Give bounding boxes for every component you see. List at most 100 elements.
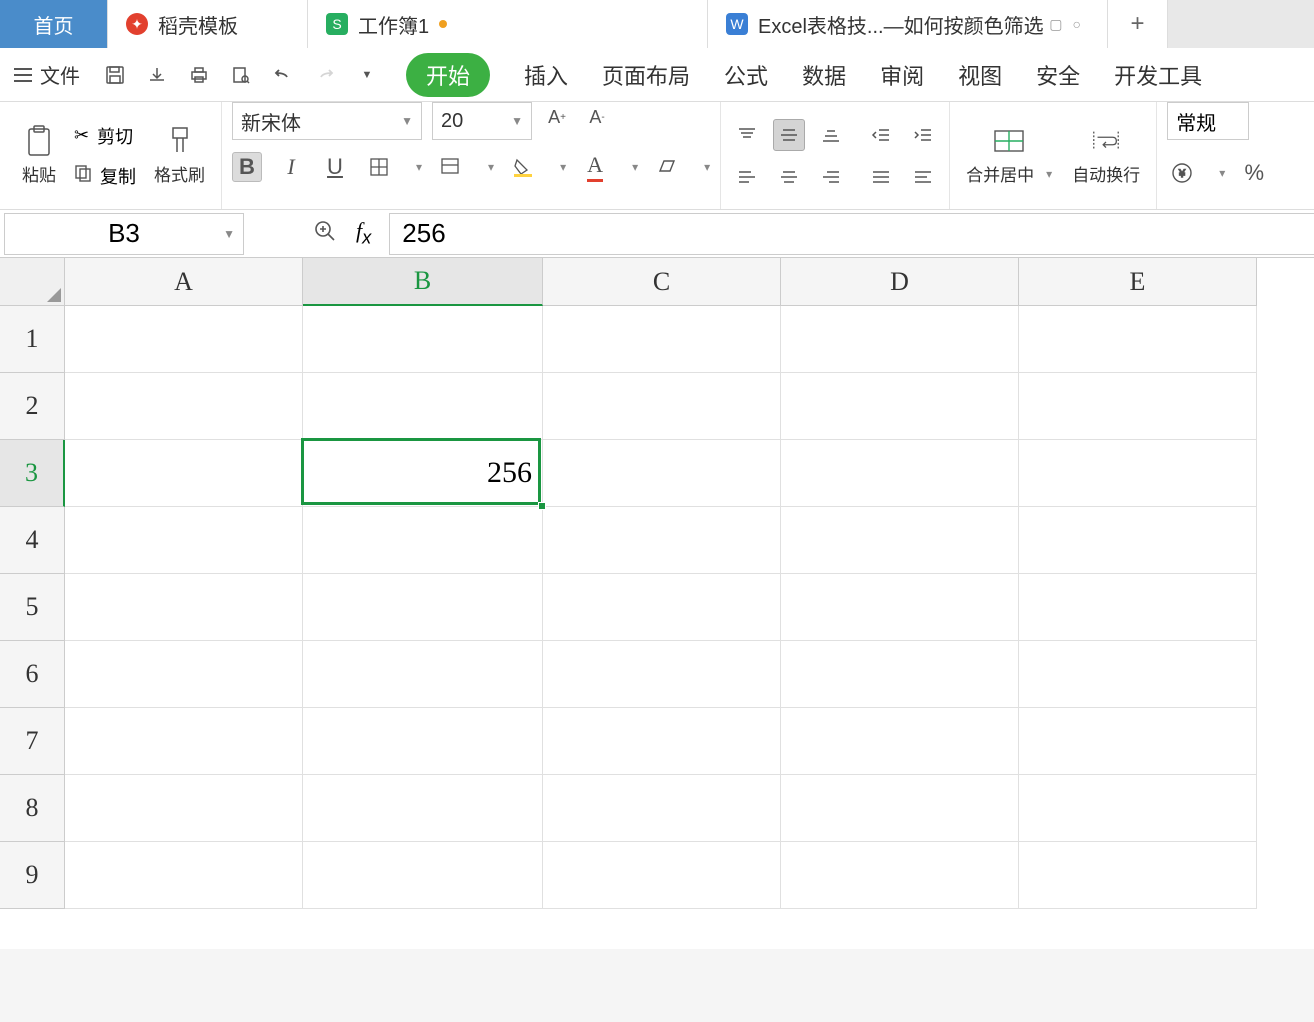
align-left-button[interactable] (731, 161, 763, 193)
cell-C8[interactable] (543, 775, 781, 842)
cell-A2[interactable] (65, 373, 303, 440)
row-header-9[interactable]: 9 (0, 842, 65, 909)
ribbon-tab-data[interactable]: 数据 (802, 59, 846, 91)
cell-B1[interactable] (303, 306, 543, 373)
cell-A3[interactable] (65, 440, 303, 507)
chevron-down-icon[interactable]: ▾ (488, 160, 494, 174)
row-header-7[interactable]: 7 (0, 708, 65, 775)
italic-button[interactable]: I (276, 152, 306, 182)
cell-A5[interactable] (65, 574, 303, 641)
tab-docell-templates[interactable]: ✦ 稻壳模板 (108, 0, 308, 48)
cell-C5[interactable] (543, 574, 781, 641)
cell-E8[interactable] (1019, 775, 1257, 842)
cell-E7[interactable] (1019, 708, 1257, 775)
fx-icon[interactable]: fx (356, 218, 371, 248)
print-preview-icon[interactable] (228, 62, 254, 88)
tab-excel-article[interactable]: W Excel表格技...—如何按颜色筛选 ▢ ○ (708, 0, 1108, 48)
ribbon-tab-start[interactable]: 开始 (406, 53, 490, 97)
font-size-combo[interactable]: 20 ▼ (432, 102, 532, 140)
eraser-button[interactable] (652, 152, 682, 182)
chevron-down-icon[interactable]: ▾ (416, 160, 422, 174)
undo-icon[interactable] (270, 62, 296, 88)
cell-E3[interactable] (1019, 440, 1257, 507)
row-header-1[interactable]: 1 (0, 306, 65, 373)
tab-close-sub-icon[interactable]: ○ (1073, 16, 1081, 33)
cell-D5[interactable] (781, 574, 1019, 641)
cell-B5[interactable] (303, 574, 543, 641)
qat-dropdown-icon[interactable]: ▼ (354, 62, 380, 88)
tab-home[interactable]: 首页 (0, 0, 108, 48)
wrap-text-button[interactable]: 自动换行 (1066, 121, 1146, 190)
column-header-B[interactable]: B (303, 258, 543, 306)
chevron-down-icon[interactable]: ▾ (560, 160, 566, 174)
number-format-combo[interactable]: 常规 (1167, 102, 1249, 140)
align-top-button[interactable] (731, 119, 763, 151)
ribbon-tab-view[interactable]: 视图 (958, 59, 1002, 91)
cell-D8[interactable] (781, 775, 1019, 842)
chevron-down-icon[interactable]: ▾ (704, 160, 710, 174)
align-bottom-button[interactable] (815, 119, 847, 151)
new-tab-button[interactable]: + (1108, 0, 1168, 48)
name-box[interactable]: B3 ▼ (4, 213, 244, 255)
fill-handle[interactable] (538, 502, 546, 510)
row-header-3[interactable]: 3 (0, 440, 65, 507)
currency-button[interactable]: ¥ (1167, 158, 1197, 188)
ribbon-tab-security[interactable]: 安全 (1036, 59, 1080, 91)
cell-A8[interactable] (65, 775, 303, 842)
align-right-button[interactable] (815, 161, 847, 193)
percent-button[interactable]: % (1239, 158, 1269, 188)
cell-B4[interactable] (303, 507, 543, 574)
row-header-8[interactable]: 8 (0, 775, 65, 842)
merge-center-button[interactable]: 合并居中▾ (960, 121, 1058, 190)
column-header-E[interactable]: E (1019, 258, 1257, 306)
cell-B8[interactable] (303, 775, 543, 842)
cell-C7[interactable] (543, 708, 781, 775)
justify-button[interactable] (865, 161, 897, 193)
row-header-2[interactable]: 2 (0, 373, 65, 440)
increase-font-icon[interactable]: A+ (542, 102, 572, 132)
cell-D9[interactable] (781, 842, 1019, 909)
font-color-button[interactable]: A (580, 152, 610, 182)
increase-indent-button[interactable] (907, 119, 939, 151)
cut-button[interactable]: ✂ 剪切 (70, 121, 140, 151)
cell-E6[interactable] (1019, 641, 1257, 708)
font-name-combo[interactable]: 新宋体 ▼ (232, 102, 422, 140)
cell-E4[interactable] (1019, 507, 1257, 574)
chevron-down-icon[interactable]: ▾ (632, 160, 638, 174)
bold-button[interactable]: B (232, 152, 262, 182)
cell-B7[interactable] (303, 708, 543, 775)
cell-B2[interactable] (303, 373, 543, 440)
cell-C9[interactable] (543, 842, 781, 909)
paste-button[interactable]: 粘贴 (16, 121, 62, 190)
cell-C4[interactable] (543, 507, 781, 574)
tab-detach-icon[interactable]: ▢ (1049, 16, 1062, 33)
cell-A4[interactable] (65, 507, 303, 574)
tab-workbook1[interactable]: S 工作簿1 (308, 0, 708, 48)
borders-button[interactable] (364, 152, 394, 182)
align-middle-button[interactable] (773, 119, 805, 151)
cell-B6[interactable] (303, 641, 543, 708)
formula-input[interactable]: 256 (389, 213, 1314, 255)
row-header-5[interactable]: 5 (0, 574, 65, 641)
distribute-button[interactable] (907, 161, 939, 193)
save-icon[interactable] (102, 62, 128, 88)
cell-C1[interactable] (543, 306, 781, 373)
fill-color-button[interactable] (508, 152, 538, 182)
decrease-indent-button[interactable] (865, 119, 897, 151)
zoom-fx-icon[interactable] (314, 220, 336, 247)
file-menu-button[interactable]: 文件 (0, 48, 94, 101)
cell-A9[interactable] (65, 842, 303, 909)
cell-E2[interactable] (1019, 373, 1257, 440)
cell-C2[interactable] (543, 373, 781, 440)
cell-B9[interactable] (303, 842, 543, 909)
underline-button[interactable]: U (320, 152, 350, 182)
column-header-C[interactable]: C (543, 258, 781, 306)
decrease-font-icon[interactable]: A- (582, 102, 612, 132)
cell-D4[interactable] (781, 507, 1019, 574)
ribbon-tab-developer[interactable]: 开发工具 (1114, 59, 1202, 91)
row-header-4[interactable]: 4 (0, 507, 65, 574)
output-icon[interactable] (144, 62, 170, 88)
align-center-button[interactable] (773, 161, 805, 193)
copy-button[interactable]: 复制 (70, 161, 140, 191)
cell-D7[interactable] (781, 708, 1019, 775)
